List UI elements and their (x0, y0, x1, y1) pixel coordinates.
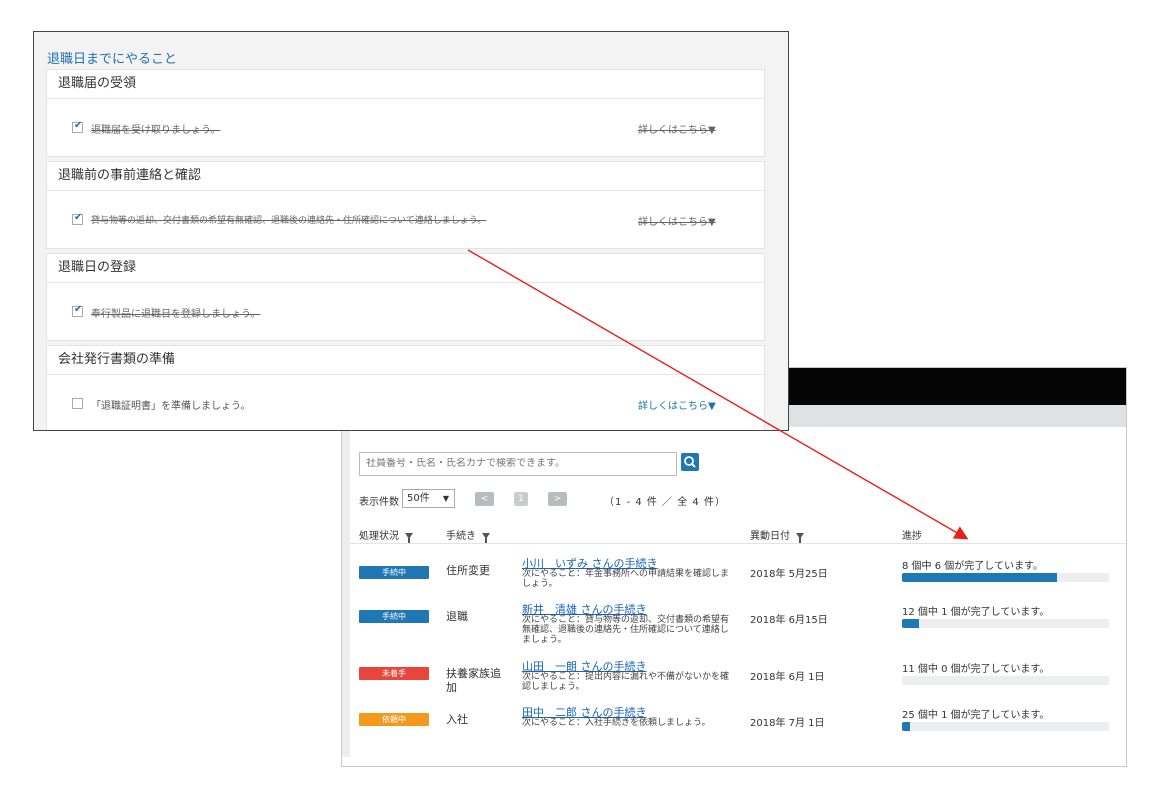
filter-icon[interactable] (796, 533, 804, 543)
progress-bar (902, 722, 1109, 731)
details-link[interactable]: 詳しくはこちら▼ (638, 397, 716, 412)
page-size-label: 表示件数 (359, 497, 399, 508)
progress-text: 11 個中 0 個が完了しています。 (902, 664, 1050, 675)
next-page-button[interactable]: > (548, 492, 567, 506)
task-checkbox[interactable]: ✔ (72, 212, 83, 225)
checklist-window: 退職日までにやること 退職届の受領 ✔ 退職届を受け取りましょう。 詳しくはこち… (33, 31, 789, 431)
task-checkbox[interactable]: ✔ (72, 398, 83, 409)
filter-icon[interactable] (482, 533, 490, 543)
date: 2018年 5月25日 (750, 569, 828, 580)
progress-bar (902, 619, 1109, 628)
checklist-section: 退職日の登録 ✔ 奉行製品に退職日を登録しましょう。 (47, 254, 764, 340)
search-field[interactable] (359, 452, 677, 476)
progress-bar (902, 573, 1109, 582)
column-date[interactable]: 異動日付 (750, 527, 804, 543)
progress-text: 25 個中 1 個が完了しています。 (902, 710, 1050, 721)
column-procedure[interactable]: 手続き (446, 527, 490, 543)
check-icon: ✔ (74, 120, 83, 131)
status-badge: 依頼中 (359, 713, 429, 726)
pager-info: （1 - 4 件 ／ 全 4 件） (604, 497, 726, 508)
check-icon: ✔ (74, 212, 83, 223)
next-action: 次にやること：提出内容に漏れや不備がないかを確認しましょう。 (522, 672, 730, 692)
date: 2018年 6月 1日 (750, 672, 825, 683)
page-size-select[interactable]: 50件 ▼ (402, 489, 455, 508)
checklist-title: 退職日までにやること (47, 52, 178, 67)
progress-fill (902, 722, 911, 731)
details-link[interactable]: 詳しくはこちら▼ (638, 121, 716, 136)
section-heading: 会社発行書類の準備 (47, 346, 764, 375)
progress-fill (902, 573, 1058, 582)
status-badge: 手続中 (359, 566, 429, 579)
date: 2018年 7月 1日 (750, 718, 825, 729)
checklist-section: 退職前の事前連絡と確認 ✔ 貸与物等の返却、交付書類の希望有無確認、退職後の連絡… (47, 162, 764, 248)
progress-text: 12 個中 1 個が完了しています。 (902, 607, 1050, 618)
progress-fill (902, 619, 920, 628)
left-strip (342, 427, 350, 757)
next-action: 次にやること：年金事務所への申請結果を確認しましょう。 (522, 569, 730, 589)
task-checkbox[interactable]: ✔ (72, 304, 83, 317)
procedure-name: 住所変更 (446, 564, 490, 577)
check-icon: ✔ (74, 304, 83, 315)
checklist-section: 退職届の受領 ✔ 退職届を受け取りましょう。 詳しくはこちら▼ (47, 70, 764, 156)
search-button[interactable] (681, 453, 699, 471)
section-heading: 退職届の受領 (47, 70, 764, 99)
task-text: 奉行製品に退職日を登録しましょう。 (91, 309, 261, 320)
column-progress: 進捗 (902, 531, 922, 542)
status-badge: 未着手 (359, 667, 429, 680)
page-size-value: 50件 (407, 493, 430, 504)
page-number-button[interactable]: 1 (514, 492, 528, 506)
header-divider (350, 543, 1126, 544)
next-action: 次にやること：入社手続きを依頼しましょう。 (522, 718, 711, 728)
task-text: 「退職証明書」を準備しましょう。 (91, 401, 251, 412)
filter-icon[interactable] (405, 533, 413, 543)
task-text: 退職届を受け取りましょう。 (91, 125, 221, 136)
search-input[interactable] (366, 458, 666, 469)
date: 2018年 6月15日 (750, 615, 828, 626)
progress-text: 8 個中 6 個が完了しています。 (902, 561, 1043, 572)
status-badge: 手続中 (359, 610, 429, 623)
section-heading: 退職日の登録 (47, 254, 764, 283)
progress-bar (902, 676, 1109, 685)
dropdown-arrow-icon: ▼ (442, 494, 449, 503)
task-checkbox[interactable]: ✔ (72, 120, 83, 133)
column-status[interactable]: 処理状況 (359, 527, 413, 543)
section-heading: 退職前の事前連絡と確認 (47, 162, 764, 191)
search-icon (684, 456, 696, 468)
details-link[interactable]: 詳しくはこちら▼ (638, 213, 716, 228)
procedure-name: 退職 (446, 610, 468, 623)
procedure-name: 扶養家族追加 (446, 667, 501, 694)
task-text: 貸与物等の返却、交付書類の希望有無確認、退職後の連絡先・住所確認について連絡しま… (91, 216, 487, 226)
checklist-section: 会社発行書類の準備 ✔ 「退職証明書」を準備しましょう。 詳しくはこちら▼ (47, 346, 764, 430)
next-action: 次にやること：貸与物等の返却、交付書類の希望有無確認、退職後の連絡先・住所確認に… (522, 615, 730, 645)
prev-page-button[interactable]: < (475, 492, 494, 506)
procedure-name: 入社 (446, 713, 468, 726)
